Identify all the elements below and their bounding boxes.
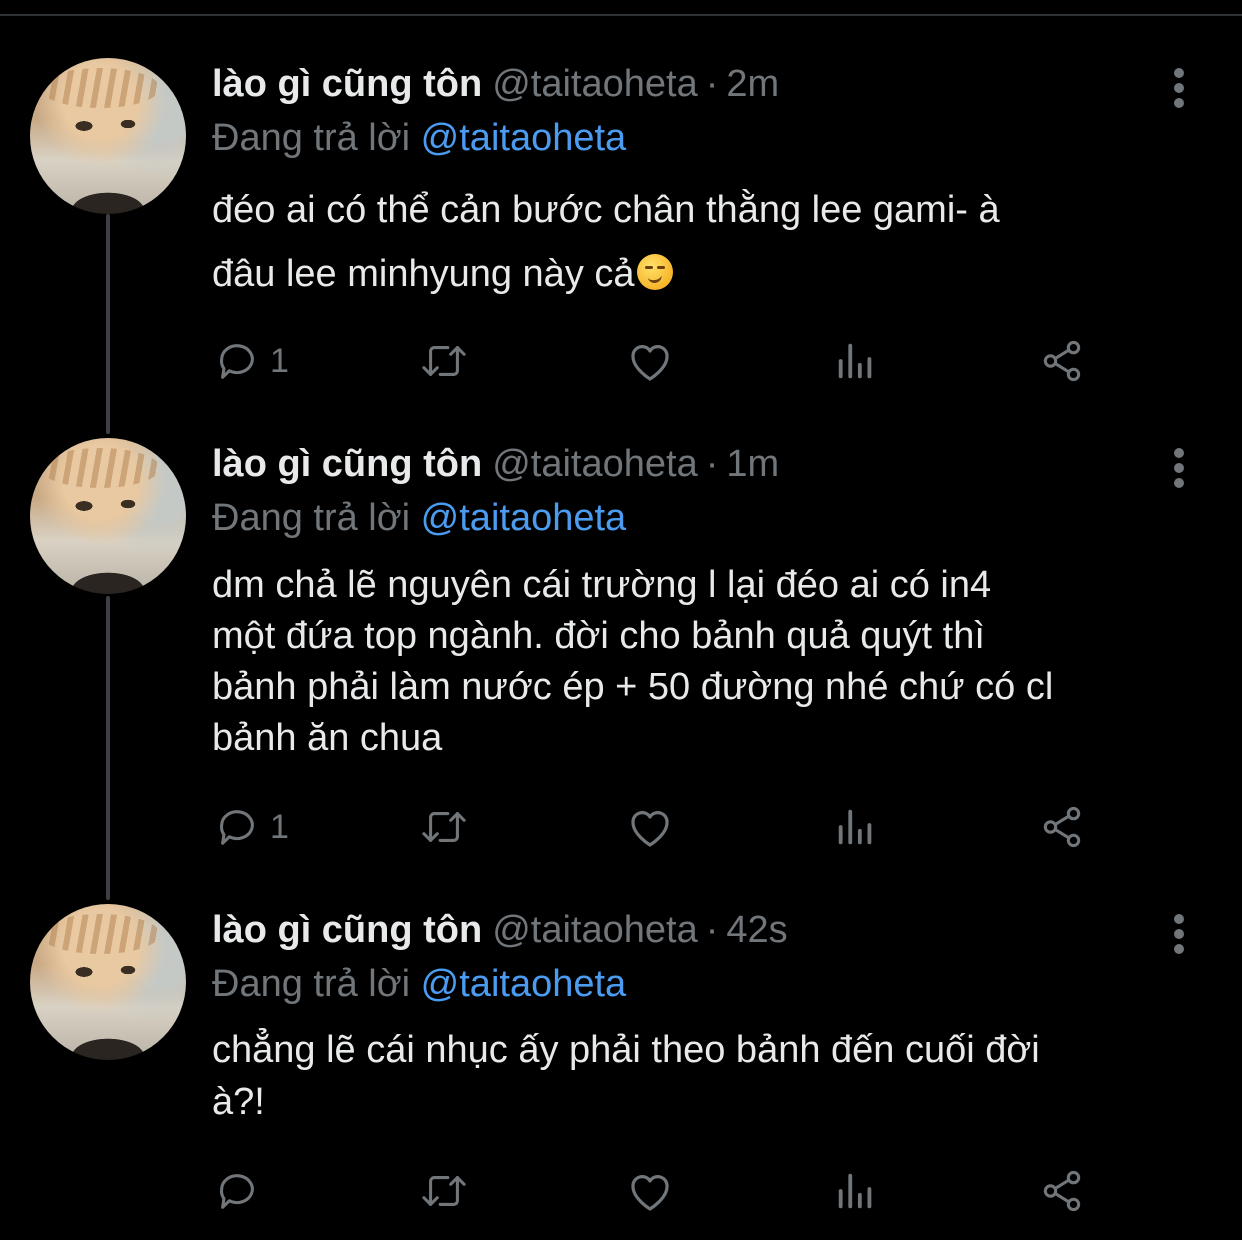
reply-button[interactable]: 1 (214, 802, 289, 852)
top-divider (0, 14, 1242, 16)
share-button[interactable] (1038, 1166, 1086, 1216)
analytics-button[interactable] (834, 1166, 878, 1216)
tweet-text-line: một đứa top ngành. đời cho bảnh quả quýt… (212, 615, 985, 657)
tweet-text-line-2: đâu lee minhyung này cả (212, 242, 1202, 306)
separator-dot: · (705, 443, 719, 485)
reply-mention-link[interactable]: @taitaoheta (421, 117, 627, 159)
thread-connector-line (106, 596, 110, 900)
replying-to-label: Đang trả lời (212, 117, 411, 159)
tweet-header: lào gì cũng tôn @taitaoheta · 42s (212, 904, 788, 956)
avatar[interactable] (30, 438, 186, 594)
avatar[interactable] (30, 58, 186, 214)
separator-dot: · (705, 909, 719, 951)
share-icon (1043, 1170, 1081, 1212)
analytics-button[interactable] (834, 336, 878, 386)
reply-count: 1 (270, 807, 289, 846)
username[interactable]: @taitaoheta (492, 63, 698, 105)
replying-to: Đang trả lời @taitaoheta (212, 112, 626, 164)
like-button[interactable] (626, 336, 684, 386)
tweet-text-line: bảnh phải làm nước ép + 50 đường nhé chứ… (212, 666, 1054, 708)
more-options-button[interactable] (1166, 448, 1192, 488)
tweet-header: lào gì cũng tôn @taitaoheta · 2m (212, 58, 779, 110)
tweet-header: lào gì cũng tôn @taitaoheta · 1m (212, 438, 779, 490)
replying-to-label: Đang trả lời (212, 963, 411, 1005)
tweet-text-line: đâu lee minhyung này cả (212, 253, 635, 295)
tweet-actions: 1 (0, 336, 1242, 386)
reply-count: 1 (270, 341, 289, 380)
tweet-text-line: dm chả lẽ nguyên cái trường l lại đéo ai… (212, 564, 992, 606)
reply-button[interactable] (214, 1166, 270, 1216)
reply-icon (220, 344, 254, 379)
reply-mention-link[interactable]: @taitaoheta (421, 497, 627, 539)
username[interactable]: @taitaoheta (492, 909, 698, 951)
replying-to-label: Đang trả lời (212, 497, 411, 539)
retweet-icon (422, 812, 466, 842)
retweet-button[interactable] (416, 802, 482, 852)
share-icon (1043, 806, 1081, 848)
analytics-icon (838, 343, 872, 379)
timestamp[interactable]: 1m (726, 443, 779, 485)
retweet-button[interactable] (416, 1166, 482, 1216)
username[interactable]: @taitaoheta (492, 443, 698, 485)
tweet-text-line: bảnh ăn chua (212, 717, 443, 759)
tweet-text-line: đéo ai có thể cản bước chân thằng lee ga… (212, 189, 1000, 231)
tweet-text-line: à?! (212, 1081, 265, 1123)
heart-icon (631, 345, 669, 381)
analytics-icon (838, 1173, 872, 1209)
tweet-text: chẳng lẽ cái nhục ấy phải theo bảnh đến … (212, 1024, 1202, 1128)
heart-icon (631, 1175, 669, 1211)
reply-icon (220, 810, 254, 845)
avatar[interactable] (30, 904, 186, 1060)
analytics-icon (838, 809, 872, 845)
tweet-actions (0, 1166, 1242, 1216)
display-name[interactable]: lào gì cũng tôn (212, 909, 482, 951)
retweet-button[interactable] (416, 336, 482, 386)
separator-dot: · (705, 63, 719, 105)
share-button[interactable] (1038, 802, 1086, 852)
thread-connector-line (106, 214, 110, 434)
heart-icon (631, 811, 669, 847)
timestamp[interactable]: 2m (726, 63, 779, 105)
replying-to: Đang trả lời @taitaoheta (212, 492, 626, 544)
display-name[interactable]: lào gì cũng tôn (212, 63, 482, 105)
timestamp[interactable]: 42s (726, 909, 787, 951)
tweet-text: dm chả lẽ nguyên cái trường l lại đéo ai… (212, 560, 1202, 764)
tweet-actions: 1 (0, 802, 1242, 852)
tweet-text-line: chẳng lẽ cái nhục ấy phải theo bảnh đến … (212, 1029, 1040, 1071)
replying-to: Đang trả lời @taitaoheta (212, 958, 626, 1010)
reply-button[interactable]: 1 (214, 336, 289, 386)
share-icon (1043, 340, 1081, 382)
more-options-button[interactable] (1166, 914, 1192, 954)
like-button[interactable] (626, 1166, 684, 1216)
display-name[interactable]: lào gì cũng tôn (212, 443, 482, 485)
retweet-icon (422, 346, 466, 376)
tweet-text: đéo ai có thể cản bước chân thằng lee ga… (212, 178, 1202, 306)
more-options-button[interactable] (1166, 68, 1192, 108)
like-button[interactable] (626, 802, 684, 852)
reply-mention-link[interactable]: @taitaoheta (421, 963, 627, 1005)
reply-icon (220, 1174, 254, 1209)
smirking-face-emoji (636, 254, 673, 290)
retweet-icon (422, 1176, 466, 1206)
analytics-button[interactable] (834, 802, 878, 852)
share-button[interactable] (1038, 336, 1086, 386)
